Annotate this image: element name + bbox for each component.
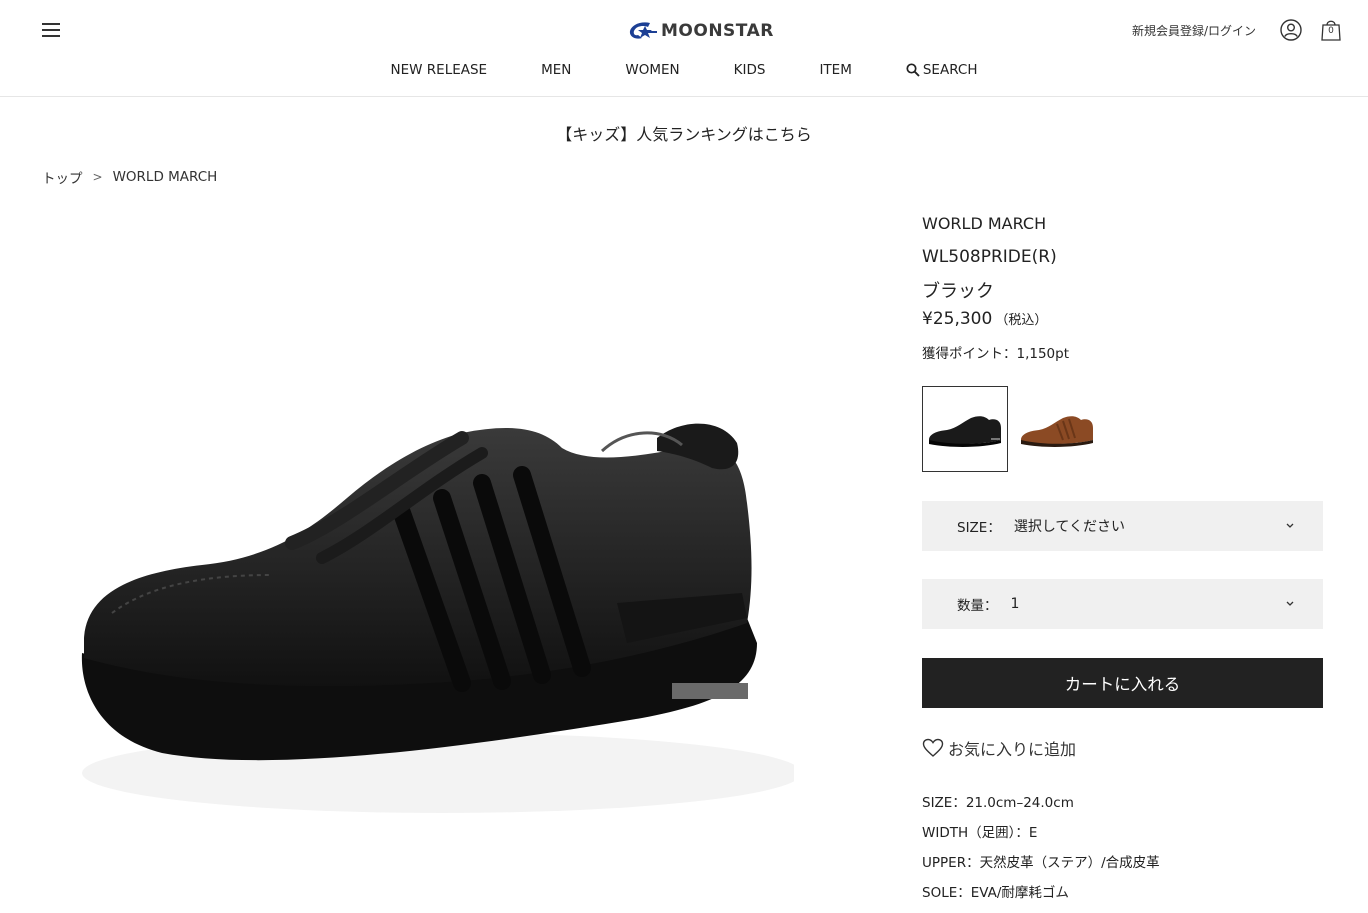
breadcrumb-current: WORLD MARCH [112, 169, 218, 185]
swatch-black[interactable] [922, 386, 1008, 472]
chevron-down-icon [1286, 523, 1294, 528]
product-model: WL508PRIDE(R) [922, 247, 1057, 267]
spec-upper: UPPER：天然皮革（ステア）/合成皮革 [922, 855, 1160, 871]
site-logo[interactable]: MOONSTAR [628, 19, 774, 43]
nav-new-release[interactable]: NEW RELEASE [391, 62, 488, 78]
quantity-select-value: 1 [1010, 596, 1020, 612]
cart-icon[interactable]: 0 [1320, 18, 1342, 42]
ranking-banner-link[interactable]: 【キッズ】人気ランキングはこちら [0, 121, 1368, 145]
nav-item[interactable]: ITEM [819, 62, 851, 78]
nav-women[interactable]: WOMEN [625, 62, 679, 78]
menu-icon[interactable] [42, 22, 60, 38]
brown-shoe-thumbnail [1021, 416, 1093, 447]
main-nav: NEW RELEASE MEN WOMEN KIDS ITEM SEARCH [0, 62, 1368, 78]
spec-size: SIZE：21.0cm–24.0cm [922, 795, 1074, 811]
tax-note: （税込） [995, 313, 1048, 328]
nav-search-label: SEARCH [922, 62, 978, 78]
size-select-value: 選択してください [1013, 519, 1126, 535]
chevron-down-icon [1286, 601, 1294, 606]
size-select[interactable]: SIZE： 選択してください [922, 501, 1323, 551]
add-to-cart-button[interactable]: カートに入れる [922, 658, 1323, 708]
quantity-select[interactable]: 数量： 1 [922, 579, 1323, 629]
product-points: 獲得ポイント：1,150pt [922, 346, 1070, 362]
swatch-brown[interactable] [1014, 386, 1100, 472]
user-icon[interactable] [1280, 19, 1302, 41]
black-shoe-image [81, 423, 794, 813]
breadcrumb-home[interactable]: トップ [42, 167, 83, 187]
product-specs: SIZE：21.0cm–24.0cm WIDTH（足囲）：E UPPER：天然皮… [922, 793, 1160, 913]
search-icon [906, 63, 920, 77]
product-main-image[interactable] [42, 213, 794, 913]
product-brand: WORLD MARCH [922, 214, 1047, 233]
nav-search[interactable]: SEARCH [906, 62, 978, 78]
login-link[interactable]: 新規会員登録/ログイン [1132, 22, 1256, 39]
size-select-label: SIZE： [957, 520, 1001, 536]
spec-width: WIDTH（足囲）：E [922, 825, 1038, 841]
product-price: ¥25,300 （税込） [922, 309, 1047, 329]
quantity-select-label: 数量： [957, 598, 998, 614]
add-to-favorites-button[interactable]: お気に入りに追加 [922, 736, 1076, 760]
cart-count-badge: 0 [1328, 26, 1334, 36]
spec-sole: SOLE：EVA/耐摩耗ゴム [922, 885, 1069, 901]
color-swatches [922, 386, 1106, 472]
nav-men[interactable]: MEN [541, 62, 571, 78]
breadcrumb: トップ > WORLD MARCH [42, 167, 217, 187]
nav-kids[interactable]: KIDS [734, 62, 766, 78]
favorites-label: お気に入りに追加 [948, 740, 1077, 759]
logo-mark-icon [629, 22, 657, 39]
logo-text: MOONSTAR [661, 21, 774, 41]
price-value: ¥25,300 [922, 309, 993, 329]
heart-icon [922, 738, 944, 757]
product-color: ブラック [922, 281, 994, 302]
site-header: MOONSTAR 新規会員登録/ログイン 0 NEW RELEASE MEN W… [0, 0, 1368, 97]
header-actions: 新規会員登録/ログイン 0 [1132, 18, 1342, 42]
breadcrumb-separator: > [92, 170, 103, 184]
black-shoe-thumbnail [929, 416, 1001, 447]
